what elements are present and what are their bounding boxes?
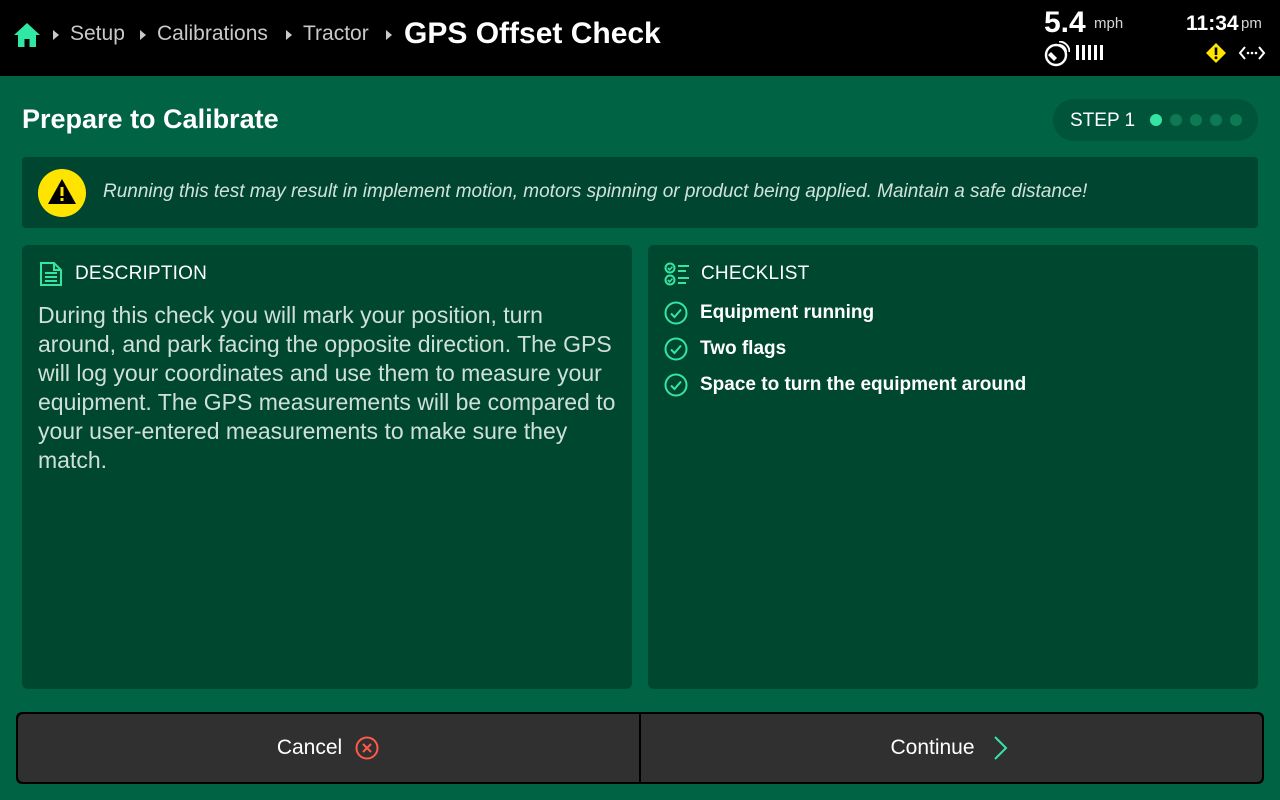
step-indicator: STEP 1 bbox=[1053, 99, 1258, 141]
checklist-item-label: Space to turn the equipment around bbox=[700, 374, 1027, 395]
page-title: GPS Offset Check bbox=[404, 17, 661, 50]
checklist-panel: CHECKLIST Equipment running Two flags Sp… bbox=[648, 245, 1258, 689]
signal-bars-icon bbox=[1076, 45, 1103, 60]
cancel-circle-icon bbox=[355, 736, 379, 760]
breadcrumb-separator-icon bbox=[53, 30, 59, 40]
breadcrumb-setup[interactable]: Setup bbox=[70, 22, 125, 46]
section-title: Prepare to Calibrate bbox=[22, 104, 279, 134]
breadcrumb-calibrations[interactable]: Calibrations bbox=[157, 22, 268, 46]
description-text: During this check you will mark your pos… bbox=[38, 302, 616, 473]
clock-ampm: pm bbox=[1241, 15, 1262, 32]
step-dot-3 bbox=[1190, 114, 1202, 126]
step-label: STEP 1 bbox=[1070, 110, 1136, 131]
breadcrumb-separator-icon bbox=[386, 30, 392, 40]
continue-button[interactable]: Continue bbox=[641, 714, 1262, 782]
step-dot-5 bbox=[1230, 114, 1242, 126]
speed-value: 5.4 bbox=[1044, 6, 1086, 39]
checklist-item-label: Two flags bbox=[700, 338, 787, 359]
continue-button-label: Continue bbox=[890, 736, 975, 759]
gps-satellite-icon[interactable] bbox=[1044, 41, 1070, 67]
description-heading: DESCRIPTION bbox=[75, 263, 208, 284]
checklist-icon bbox=[664, 262, 689, 286]
warning-diamond-icon[interactable] bbox=[1205, 42, 1227, 64]
clock-time: 11:34 bbox=[1186, 12, 1239, 35]
connection-arrows-icon[interactable] bbox=[1238, 44, 1266, 62]
cancel-button[interactable]: Cancel bbox=[18, 714, 639, 782]
step-dot-4 bbox=[1210, 114, 1222, 126]
breadcrumb-separator-icon bbox=[140, 30, 146, 40]
cancel-button-label: Cancel bbox=[276, 736, 343, 759]
speed-unit: mph bbox=[1094, 15, 1124, 32]
check-circle-icon bbox=[664, 301, 688, 325]
warning-text: Running this test may result in implemen… bbox=[103, 181, 1088, 202]
warning-triangle-icon bbox=[38, 169, 86, 217]
checklist-item-label: Equipment running bbox=[700, 302, 875, 323]
check-circle-icon bbox=[664, 373, 688, 397]
step-dot-2 bbox=[1170, 114, 1182, 126]
home-icon[interactable] bbox=[12, 20, 42, 50]
document-icon bbox=[40, 262, 62, 286]
footer-bar: Cancel Continue bbox=[16, 712, 1264, 784]
check-circle-icon bbox=[664, 337, 688, 361]
checklist-heading: CHECKLIST bbox=[701, 263, 810, 284]
chevron-right-icon bbox=[993, 736, 1007, 760]
breadcrumb-tractor[interactable]: Tractor bbox=[303, 22, 369, 46]
breadcrumb-separator-icon bbox=[286, 30, 292, 40]
top-bar: Setup Calibrations Tractor GPS Offset Ch… bbox=[0, 0, 1280, 76]
description-panel: DESCRIPTION During this check you will m… bbox=[22, 245, 632, 689]
safety-warning-banner: Running this test may result in implemen… bbox=[22, 157, 1258, 228]
step-dot-1 bbox=[1150, 114, 1162, 126]
